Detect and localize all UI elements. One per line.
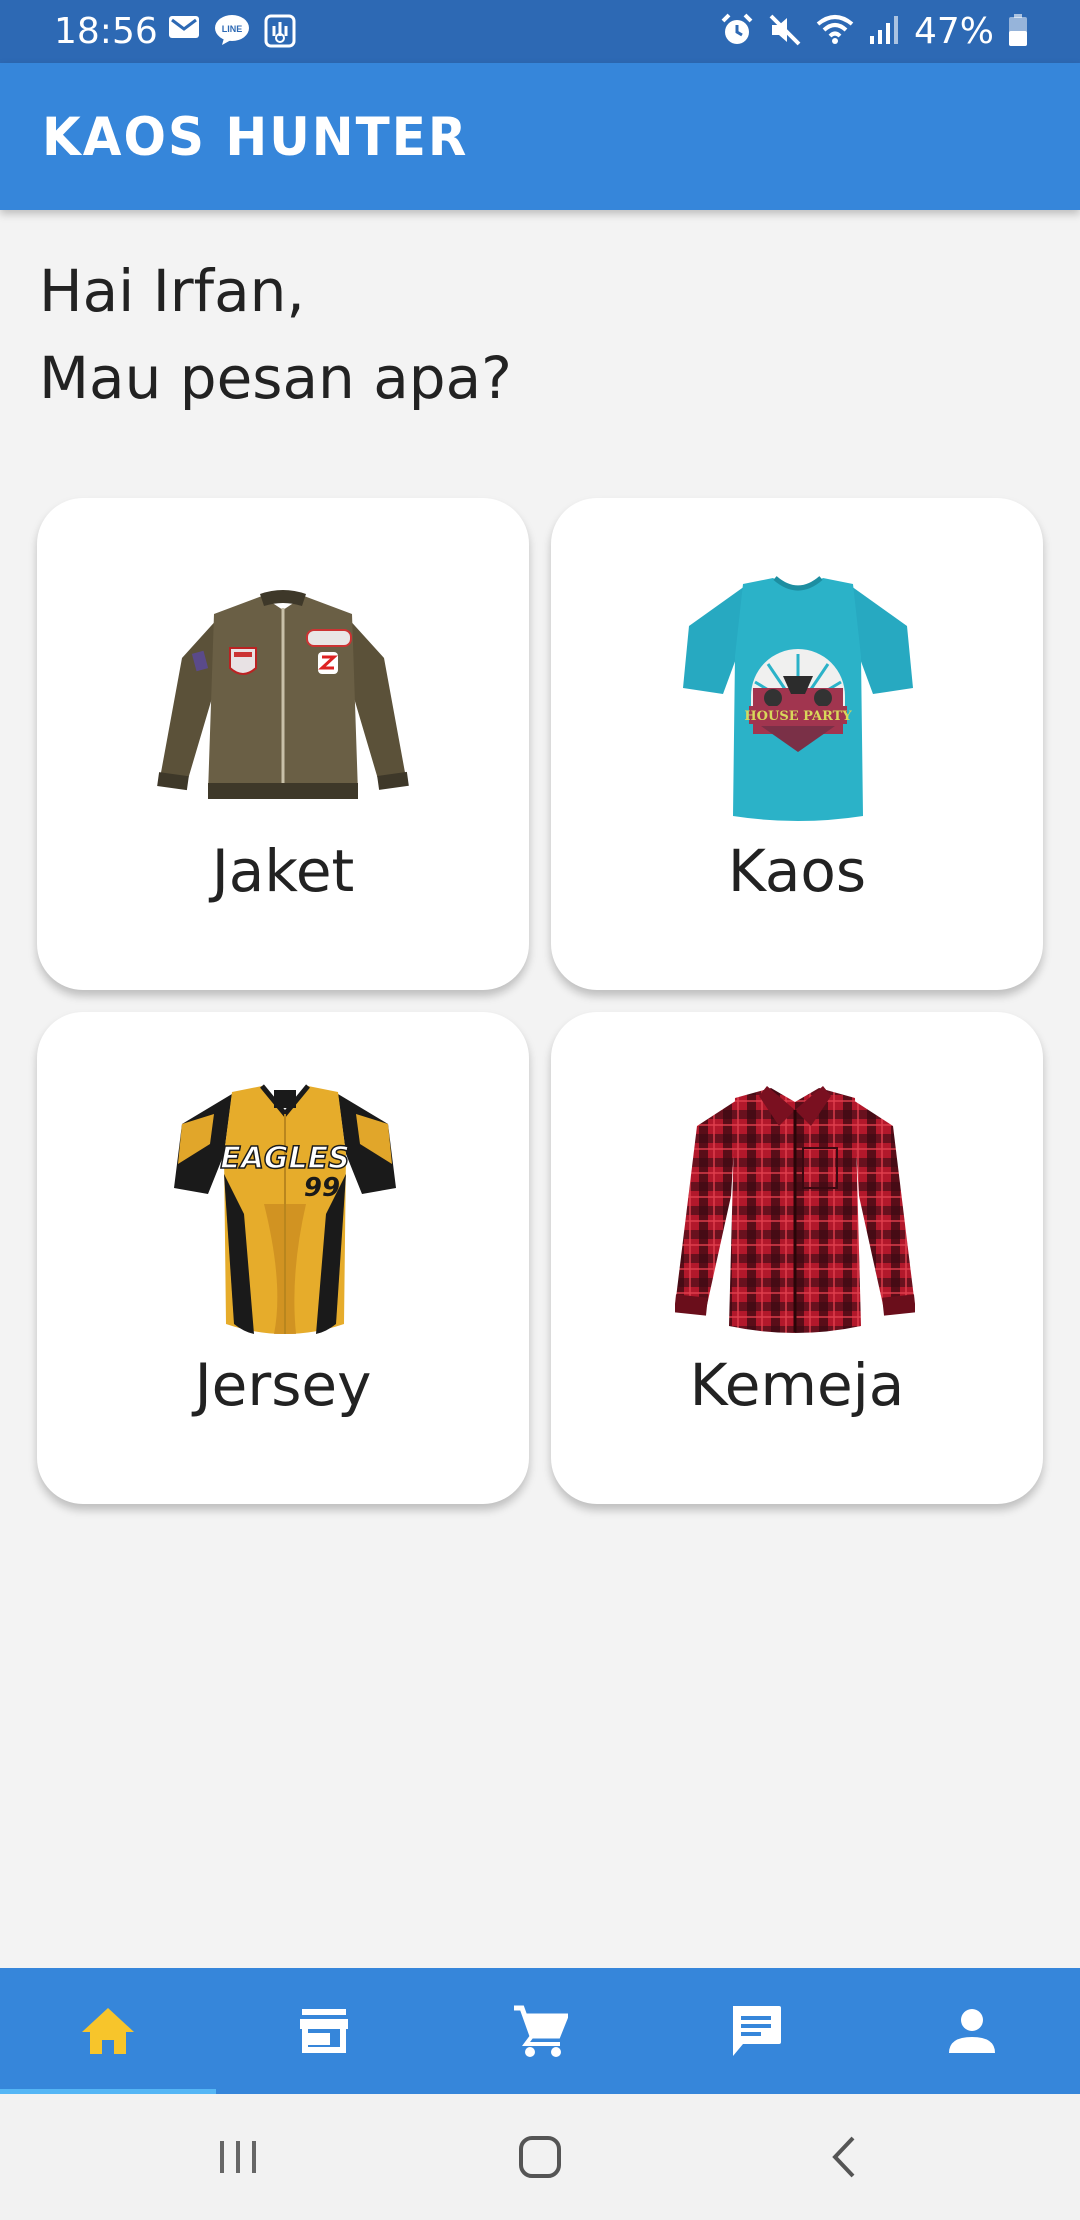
profile-icon [949, 2009, 995, 2053]
home-outline-icon [519, 2136, 561, 2178]
gmail-icon [168, 14, 200, 52]
line-icon: LINE [214, 14, 250, 52]
jersey-image: EAGLES 99 [174, 1084, 396, 1334]
greeting-question: Mau pesan apa? [39, 344, 512, 412]
category-card-jaket[interactable]: Jaket [37, 498, 529, 990]
app-notification-icon [264, 14, 296, 52]
category-card-kaos[interactable]: HOUSE PARTY Kaos [551, 498, 1043, 990]
store-icon [300, 2009, 348, 2053]
signal-icon [868, 14, 900, 50]
greeting: Hai Irfan, Mau pesan apa? [39, 248, 512, 422]
status-bar: 18:56 LINE 47% [0, 0, 1080, 63]
home-button[interactable] [460, 2094, 620, 2220]
svg-text:LINE: LINE [222, 24, 243, 34]
battery-icon [1008, 13, 1028, 51]
mute-icon [768, 13, 802, 51]
tshirt-graphic-text: HOUSE PARTY [744, 709, 852, 724]
category-label: Jaket [211, 837, 355, 905]
jacket-image [157, 590, 409, 799]
category-label: Kemeja [689, 1351, 905, 1419]
category-label: Jersey [194, 1351, 372, 1419]
tshirt-image: HOUSE PARTY [683, 576, 913, 821]
category-label: Kaos [727, 837, 867, 905]
recent-apps-icon [220, 2141, 256, 2173]
nav-profile[interactable] [864, 1968, 1080, 2094]
back-button[interactable] [764, 2094, 924, 2220]
nav-cart[interactable] [432, 1968, 648, 2094]
jersey-number: 99 [304, 1173, 340, 1203]
app-title: KAOS HUNTER [42, 106, 469, 168]
category-card-kemeja[interactable]: Kemeja [551, 1012, 1043, 1504]
nav-store[interactable] [216, 1968, 432, 2094]
flannel-shirt-image [675, 1086, 915, 1333]
system-navigation-bar [0, 2094, 1080, 2220]
battery-percentage: 47% [913, 11, 994, 52]
nav-chat[interactable] [648, 1968, 864, 2094]
wifi-icon [816, 14, 854, 50]
nav-home[interactable] [0, 1968, 216, 2094]
cart-icon [514, 2005, 568, 2057]
back-chevron-icon [832, 2136, 855, 2178]
app-bar: KAOS HUNTER [0, 63, 1080, 210]
bottom-nav [0, 1968, 1080, 2094]
greeting-name: Hai Irfan, [39, 257, 305, 325]
recent-apps-button[interactable] [158, 2094, 318, 2220]
jersey-graphic-text: EAGLES [220, 1141, 350, 1176]
chat-icon [733, 2006, 781, 2056]
home-icon [82, 2008, 134, 2054]
alarm-icon [720, 13, 754, 51]
category-card-jersey[interactable]: EAGLES 99 Jersey [37, 1012, 529, 1504]
status-time: 18:56 [54, 11, 158, 52]
